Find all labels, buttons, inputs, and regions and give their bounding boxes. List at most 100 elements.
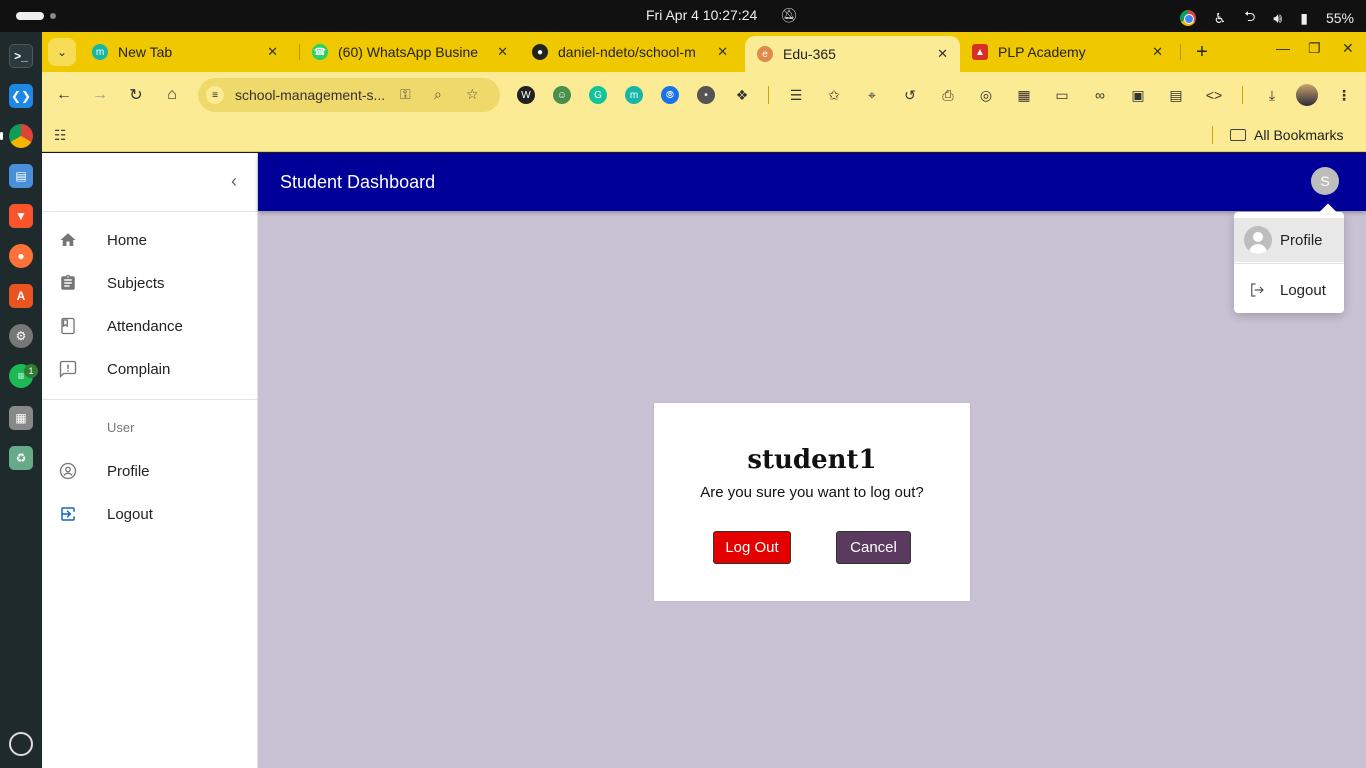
download-icon[interactable]: ⤓ — [1262, 86, 1282, 104]
reading-mode-icon[interactable]: ▭ — [1052, 86, 1072, 104]
close-icon[interactable]: ✕ — [267, 44, 278, 60]
firefox-icon[interactable]: ● — [9, 244, 33, 268]
plp-icon: ▲ — [972, 44, 988, 60]
chrome-menu-icon[interactable]: ⋮ — [1334, 86, 1354, 104]
disks-icon[interactable]: ▦ — [9, 406, 33, 430]
all-bookmarks-button[interactable]: All Bookmarks — [1230, 127, 1343, 143]
toolbar-separator — [768, 86, 769, 104]
tab-strip: ⌄ m New Tab ✕ ☎ (60) WhatsApp Busine ✕ ●… — [42, 32, 1366, 72]
close-icon[interactable]: ✕ — [717, 44, 728, 60]
sidebar-section-label: User — [107, 420, 135, 435]
account-avatar-button[interactable]: S — [1311, 167, 1339, 195]
zoom-icon[interactable]: ⌕ — [434, 86, 442, 103]
bulb-extension-icon[interactable]: • — [697, 86, 715, 104]
bookmark-star-icon[interactable]: ☆ — [466, 86, 479, 103]
sidebar-item-subjects[interactable]: Subjects — [42, 263, 257, 303]
bookmark-icon — [58, 316, 78, 336]
dialog-username: student1 — [747, 445, 877, 475]
folder-icon — [1230, 129, 1246, 141]
window-close-icon[interactable]: ✕ — [1342, 40, 1354, 57]
browser-toolbar: ← → ↻ ⌂ ≡ school-management-s... ⚿ ⌕ ☆ W… — [42, 72, 1366, 118]
sidebar: ‹ Home Subjects Attendance Complain User… — [42, 153, 258, 768]
account-menu: Profile Logout — [1234, 212, 1344, 313]
chrome-icon[interactable] — [9, 124, 33, 148]
system-tray[interactable]: ♿︎ ⮌ 🔊︎ ▮ 55% — [1179, 6, 1354, 30]
app-center-icon[interactable]: A — [9, 284, 33, 308]
tab-github[interactable]: ● daniel-ndeto/school-m ✕ — [520, 36, 740, 68]
devices-icon[interactable]: ▣ — [1128, 86, 1148, 104]
robot-extension-icon[interactable]: ☺ — [553, 86, 571, 104]
web-page: ‹ Home Subjects Attendance Complain User… — [42, 153, 1366, 768]
sidebar-item-complain[interactable]: Complain — [42, 349, 257, 389]
star-list-icon[interactable]: ✩ — [824, 86, 844, 104]
copy-link-icon[interactable]: ∞ — [1090, 86, 1110, 104]
terminal-icon[interactable]: >_ — [9, 44, 33, 68]
battery-percentage: 55% — [1325, 10, 1354, 26]
collapse-sidebar-icon[interactable]: ‹ — [222, 169, 246, 193]
reload-icon[interactable]: ↻ — [124, 83, 148, 107]
screenshot-icon[interactable]: ◎ — [976, 86, 996, 104]
history-icon[interactable]: ↺ — [900, 86, 920, 104]
password-key-icon[interactable]: ⚿ — [400, 86, 411, 103]
brave-icon[interactable]: ▼ — [9, 204, 33, 228]
incognito-icon[interactable]: ☰ — [786, 86, 806, 104]
table-icon[interactable]: ▤ — [1166, 86, 1186, 104]
address-bar[interactable]: ≡ school-management-s... ⚿ ⌕ ☆ — [198, 78, 500, 112]
wordtune-extension-icon[interactable]: W — [517, 86, 535, 104]
tab-edu-365[interactable]: e Edu-365 ✕ — [745, 36, 960, 72]
tab-search-button[interactable]: ⌄ — [48, 38, 76, 66]
close-icon[interactable]: ✕ — [497, 44, 508, 60]
volume-icon: 🔊︎ — [1273, 9, 1283, 26]
close-icon[interactable]: ✕ — [1152, 44, 1163, 60]
grammarly-extension-icon[interactable]: G — [589, 86, 607, 104]
tab-title: daniel-ndeto/school-m — [558, 44, 696, 60]
sidebar-item-label: Logout — [107, 505, 153, 523]
location-icon[interactable]: ⌖ — [862, 86, 882, 104]
vscode-icon[interactable]: ❮❯ — [9, 84, 33, 108]
menu-item-label: Profile — [1280, 231, 1323, 249]
settings-icon[interactable]: ⚙ — [9, 324, 33, 348]
dialog-question: Are you sure you want to log out? — [700, 484, 924, 501]
sidebar-item-home[interactable]: Home — [42, 220, 257, 260]
close-icon[interactable]: ✕ — [937, 46, 948, 62]
site-info-icon[interactable]: ≡ — [206, 86, 224, 104]
cancel-button[interactable]: Cancel — [836, 531, 911, 564]
m-extension-icon[interactable]: m — [625, 86, 643, 104]
home-button-icon[interactable]: ⌂ — [160, 83, 184, 107]
new-tab-button[interactable]: + — [1190, 40, 1214, 64]
menu-item-logout[interactable]: Logout — [1234, 268, 1344, 312]
chrome-window: ⌄ m New Tab ✕ ☎ (60) WhatsApp Busine ✕ ●… — [42, 32, 1366, 768]
url-text[interactable]: school-management-s... — [235, 87, 390, 103]
chrome-tray-icon — [1179, 10, 1196, 26]
trash-icon[interactable]: ♻ — [9, 446, 33, 470]
person-avatar-icon — [1244, 226, 1272, 254]
confirm-logout-button[interactable]: Log Out — [713, 531, 791, 564]
menu-item-profile[interactable]: Profile — [1234, 218, 1344, 262]
github-icon: ● — [532, 44, 548, 60]
logout-icon — [58, 504, 78, 524]
tab-whatsapp[interactable]: ☎ (60) WhatsApp Busine ✕ — [300, 36, 520, 68]
feedback-icon — [58, 359, 78, 379]
qr-code-icon[interactable]: ▦ — [1014, 86, 1034, 104]
forward-icon[interactable]: → — [88, 83, 112, 107]
view-source-icon[interactable]: <> — [1204, 86, 1224, 104]
tab-new-tab[interactable]: m New Tab ✕ — [80, 36, 290, 68]
extensions-puzzle-icon[interactable]: ❖ — [732, 86, 752, 104]
battery-icon: ▮ — [1300, 9, 1308, 26]
files-icon[interactable]: ▤ — [9, 164, 33, 188]
print-icon[interactable]: ⎙ — [938, 86, 958, 104]
back-icon[interactable]: ← — [52, 83, 76, 107]
system-clock[interactable]: Fri Apr 4 10:27:24 — [646, 7, 757, 23]
profile-avatar[interactable] — [1296, 84, 1318, 106]
restore-icon[interactable]: ❐ — [1308, 40, 1321, 57]
read-aloud-extension-icon[interactable]: ⦾ — [661, 86, 679, 104]
tab-plp-academy[interactable]: ▲ PLP Academy ✕ — [960, 36, 1175, 68]
apps-grid-icon[interactable]: ☷ — [54, 127, 67, 144]
minimize-icon[interactable]: — — [1276, 40, 1290, 56]
show-apps-icon[interactable] — [9, 732, 33, 756]
activities-indicator[interactable] — [16, 12, 44, 20]
sidebar-item-profile[interactable]: Profile — [42, 451, 257, 491]
sidebar-item-label: Home — [107, 231, 148, 249]
sidebar-item-attendance[interactable]: Attendance — [42, 306, 257, 346]
sidebar-item-logout[interactable]: Logout — [42, 494, 257, 534]
